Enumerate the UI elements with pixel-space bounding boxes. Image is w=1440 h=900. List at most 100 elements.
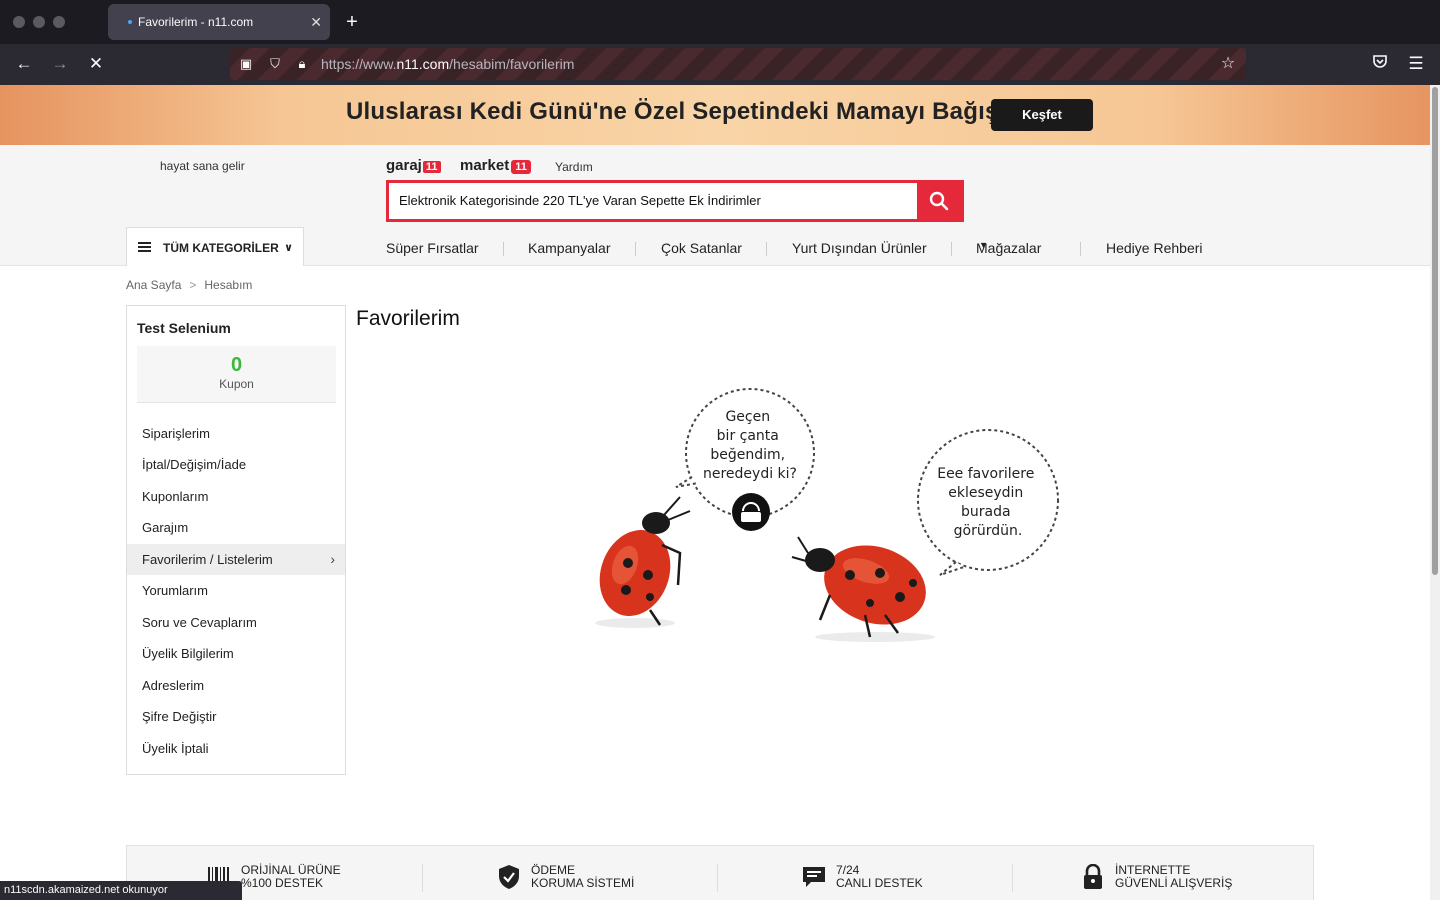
- menu-divider: [635, 242, 636, 256]
- feature-payment-protection: ÖDEME KORUMA SİSTEMİ: [499, 864, 635, 890]
- url-bar[interactable]: ▣ ⛉ 🔒︎ https://www.n11.com/hesabim/favor…: [230, 48, 1246, 80]
- bubble-left-line: neredeydi ki?: [703, 466, 797, 482]
- menu-super-deals[interactable]: Süper Fırsatlar: [386, 240, 479, 256]
- sidebar-item-addresses[interactable]: Adreslerim: [127, 670, 345, 701]
- feature-line: KORUMA SİSTEMİ: [531, 876, 635, 890]
- page-scrollbar[interactable]: [1430, 85, 1440, 900]
- reader-icon[interactable]: ▣: [236, 54, 256, 74]
- sidebar-item-coupons[interactable]: Kuponlarım: [127, 481, 345, 512]
- search-input[interactable]: Elektronik Kategorisinde 220 TL'ye Varan…: [399, 183, 761, 219]
- hamburger-icon: [138, 242, 151, 252]
- close-tab-icon[interactable]: ✕: [310, 4, 322, 40]
- loading-indicator-icon: [128, 20, 132, 24]
- menu-divider: [951, 242, 952, 256]
- chevron-right-icon: ›: [330, 551, 335, 567]
- sidebar-item-orders[interactable]: Siparişlerim: [127, 418, 345, 449]
- bubble-left-line: Geçen: [725, 409, 770, 425]
- forward-button[interactable]: →: [48, 52, 72, 76]
- sidebar-item-favorites[interactable]: Favorilerim / Listelerim ›: [127, 544, 345, 575]
- bubble-left-line: beğendim,: [710, 447, 785, 463]
- chat-icon: [803, 867, 825, 887]
- bubble-right-line: Eee favorilere: [937, 466, 1034, 482]
- chevron-down-icon: ∨: [284, 242, 293, 254]
- sidebar-item-label: Favorilerim / Listelerim: [142, 552, 273, 567]
- new-tab-button[interactable]: +: [340, 8, 364, 36]
- sidebar-item-profile[interactable]: Üyelik Bilgilerim: [127, 638, 345, 669]
- caret-down-icon: ▼: [979, 240, 988, 250]
- ladybug-right: [791, 536, 935, 642]
- tab-title: Favorilerim - n11.com: [138, 15, 254, 29]
- menu-gift-guide[interactable]: Hediye Rehberi: [1106, 240, 1203, 256]
- minimize-window-dot[interactable]: [33, 16, 45, 28]
- web-page: Uluslarası Kedi Günü'ne Özel Sepetindeki…: [0, 85, 1440, 900]
- feature-line: CANLI DESTEK: [836, 876, 923, 890]
- all-categories-button[interactable]: TÜM KATEGORİLER ∨: [126, 227, 304, 266]
- coupon-summary[interactable]: 0 Kupon: [137, 346, 336, 403]
- site-slogan[interactable]: hayat sana gelir: [160, 159, 245, 173]
- back-button[interactable]: ←: [12, 52, 36, 76]
- page-title: Favorilerim: [356, 307, 460, 330]
- url-text[interactable]: https://www.n11.com/hesabim/favorilerim: [321, 48, 574, 80]
- sidebar-item-questions[interactable]: Soru ve Cevaplarım: [127, 607, 345, 638]
- app-menu-icon[interactable]: ☰: [1404, 52, 1428, 76]
- trust-features-bar: ORİJİNAL ÜRÜNE %100 DESTEK ÖDEME KORUMA …: [126, 845, 1314, 900]
- user-name: Test Selenium: [137, 320, 231, 336]
- coupon-count: 0: [230, 354, 243, 376]
- tracking-shield-icon[interactable]: ⛉: [265, 54, 285, 74]
- feature-line: GÜVENLİ ALIŞVERİŞ: [1115, 876, 1233, 890]
- sidebar-item-returns[interactable]: İptal/Değişim/İade: [127, 449, 345, 480]
- feature-divider: [422, 864, 423, 892]
- bubble-right-line: görürdün.: [954, 523, 1023, 539]
- browser-nav-bar: ← → ✕ ▣ ⛉ 🔒︎ https://www.n11.com/hesabim…: [0, 44, 1440, 85]
- sidebar-item-garage[interactable]: Garajım: [127, 512, 345, 543]
- feature-divider: [1012, 864, 1013, 892]
- lock-icon: [1084, 864, 1102, 889]
- search-icon: [929, 191, 949, 211]
- bubble-right-line: burada: [961, 504, 1011, 520]
- stop-loading-button[interactable]: ✕: [84, 52, 108, 76]
- site-header: hayat sana gelir garaj 11 market 11 Yardım…: [0, 145, 1440, 266]
- coupon-label: Kupon: [219, 377, 254, 391]
- feature-secure-shopping: İNTERNETTE GÜVENLİ ALIŞVERİŞ: [1084, 864, 1233, 890]
- breadcrumb-account[interactable]: Hesabım: [204, 278, 252, 292]
- chevron-right-icon: >: [189, 278, 197, 292]
- bubble-right-line: ekleseydin: [948, 485, 1023, 501]
- empty-favorites-illustration: Geçen bir çanta beğendim, neredeydi ki? …: [595, 388, 1059, 642]
- bookmark-star-icon[interactable]: ☆: [1218, 54, 1238, 74]
- promo-banner[interactable]: Uluslarası Kedi Günü'ne Özel Sepetindeki…: [0, 85, 1440, 145]
- sidebar-item-cancel-membership[interactable]: Üyelik İptali: [127, 733, 345, 764]
- sidebar-item-reviews[interactable]: Yorumlarım: [127, 575, 345, 606]
- handbag-icon: [732, 493, 770, 531]
- close-window-dot[interactable]: [13, 16, 25, 28]
- breadcrumb: Ana Sayfa > Hesabım: [126, 278, 252, 292]
- discover-button[interactable]: Keşfet: [991, 99, 1093, 131]
- scrollbar-thumb[interactable]: [1432, 87, 1438, 575]
- search-button[interactable]: [917, 180, 961, 222]
- menu-abroad-products[interactable]: Yurt Dışından Ürünler: [792, 240, 927, 256]
- breadcrumb-home[interactable]: Ana Sayfa: [126, 278, 181, 292]
- menu-campaigns[interactable]: Kampanyalar: [528, 240, 611, 256]
- menu-divider: [766, 242, 767, 256]
- browser-status-bar: n11scdn.akamaized.net okunuyor: [0, 881, 242, 900]
- sidebar-item-change-password[interactable]: Şifre Değiştir: [127, 701, 345, 732]
- browser-tab[interactable]: Favorilerim - n11.com ✕: [108, 4, 330, 40]
- feature-live-support: 7/24 CANLI DESTEK: [803, 864, 923, 890]
- account-sidebar: Test Selenium 0 Kupon Siparişlerim İptal…: [126, 305, 346, 775]
- promo-text: Uluslarası Kedi Günü'ne Özel Sepetindeki…: [346, 98, 1019, 125]
- ladybug-left: [595, 496, 691, 628]
- shield-check-icon: [499, 865, 519, 889]
- garaj11-logo[interactable]: garaj 11: [386, 157, 441, 174]
- market11-logo[interactable]: market 11: [460, 157, 531, 174]
- browser-tab-bar: Favorilerim - n11.com ✕ +: [0, 0, 1440, 44]
- feature-line: %100 DESTEK: [241, 876, 324, 890]
- help-link[interactable]: Yardım: [555, 160, 593, 174]
- menu-best-sellers[interactable]: Çok Satanlar: [661, 240, 742, 256]
- search-box: Elektronik Kategorisinde 220 TL'ye Varan…: [386, 180, 964, 222]
- padlock-icon[interactable]: 🔒︎: [292, 54, 312, 74]
- feature-divider: [717, 864, 718, 892]
- menu-divider: [503, 242, 504, 256]
- menu-divider: [1080, 242, 1081, 256]
- zoom-window-dot[interactable]: [53, 16, 65, 28]
- pocket-icon[interactable]: [1368, 52, 1392, 76]
- bubble-left-line: bir çanta: [717, 428, 779, 444]
